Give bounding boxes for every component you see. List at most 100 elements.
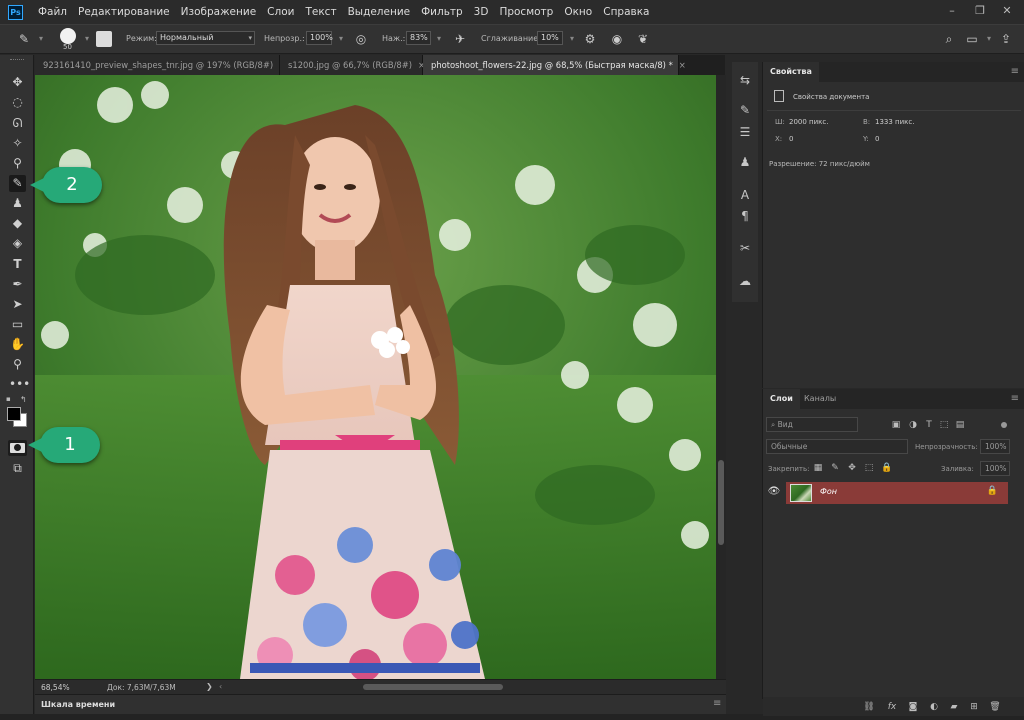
pen-tool-icon[interactable]: ✒: [9, 276, 26, 293]
tab-channels[interactable]: Каналы: [797, 389, 843, 409]
scroll-left-icon[interactable]: ‹: [219, 682, 222, 691]
opacity-chevron-icon[interactable]: ▾: [333, 31, 349, 47]
workspace-chevron-icon[interactable]: ▾: [981, 31, 997, 47]
more-tools-icon[interactable]: •••: [9, 376, 30, 393]
symmetry-icon[interactable]: ❦: [635, 31, 651, 47]
gear-icon[interactable]: ⚙: [582, 31, 598, 47]
vertical-scroll-thumb[interactable]: [718, 460, 724, 545]
lock-artboard-icon[interactable]: ⬚: [863, 462, 875, 474]
screen-mode-icon[interactable]: ⧉: [9, 460, 26, 477]
history-icon[interactable]: ⇆: [737, 72, 753, 88]
mode-select[interactable]: Нормальный ▾: [156, 31, 255, 45]
zoom-level[interactable]: 68,54%: [41, 683, 70, 692]
workspace-icon[interactable]: ▭: [964, 31, 980, 47]
menu-file[interactable]: Файл: [38, 6, 67, 18]
filter-shape-icon[interactable]: ⬚: [938, 419, 950, 431]
lock-all-icon[interactable]: 🔒: [881, 462, 893, 474]
lock-pixels-icon[interactable]: ✎: [829, 462, 841, 474]
stamp-tool-icon[interactable]: ♟: [9, 195, 26, 212]
timeline-label[interactable]: Шкала времени: [41, 700, 115, 709]
eyedropper-tool-icon[interactable]: ⚲: [9, 155, 26, 172]
vertical-scrollbar[interactable]: [716, 75, 726, 679]
fill-input[interactable]: 100%: [980, 461, 1010, 476]
hand-tool-icon[interactable]: ✋: [9, 336, 26, 353]
close-tab-icon[interactable]: ×: [679, 60, 686, 70]
tab-s1200[interactable]: s1200.jpg @ 66,7% (RGB/8#) ×: [280, 55, 425, 75]
type-tool-icon[interactable]: T: [9, 256, 26, 273]
panel-menu-icon[interactable]: ≡: [713, 698, 721, 709]
lock-icon[interactable]: 🔒: [987, 486, 998, 496]
pressure-input[interactable]: 83%: [406, 31, 431, 45]
toolbar-grip[interactable]: [10, 59, 24, 61]
y-value[interactable]: 0: [875, 135, 879, 143]
layer-filter-select[interactable]: ⌕ Вид: [766, 417, 858, 432]
menu-window[interactable]: Окно: [564, 6, 592, 18]
filter-smart-icon[interactable]: ▤: [954, 419, 966, 431]
new-layer-icon[interactable]: ⊞: [968, 701, 980, 713]
swap-colors-icon[interactable]: ↰: [20, 395, 27, 404]
document-canvas[interactable]: [35, 75, 716, 679]
blend-mode-select[interactable]: Обычные: [766, 439, 908, 454]
menu-type[interactable]: Текст: [305, 6, 336, 18]
panel-menu-icon[interactable]: ≡: [1011, 66, 1019, 77]
clone-source-icon[interactable]: ♟: [737, 154, 753, 170]
libraries-icon[interactable]: ☁: [737, 273, 753, 289]
menu-edit[interactable]: Редактирование: [78, 6, 170, 18]
brush-tip-icon[interactable]: [60, 28, 76, 44]
chevron-down-icon[interactable]: ▾: [33, 31, 49, 47]
eraser-tool-icon[interactable]: ◆: [9, 215, 26, 232]
paint-bucket-tool-icon[interactable]: ◈: [9, 235, 26, 252]
move-tool-icon[interactable]: ✥: [9, 74, 26, 91]
horizontal-scroll-thumb[interactable]: [363, 684, 503, 690]
pressure-opacity-icon[interactable]: ◎: [353, 31, 369, 47]
quick-mask-button[interactable]: [8, 440, 27, 456]
path-selection-tool-icon[interactable]: ➤: [9, 296, 26, 313]
layer-name[interactable]: Фон: [820, 487, 837, 496]
menu-3d[interactable]: 3D: [474, 6, 489, 18]
x-value[interactable]: 0: [789, 135, 793, 143]
lock-transparency-icon[interactable]: ▦: [812, 462, 824, 474]
tab-properties[interactable]: Свойства: [763, 62, 819, 82]
layer-row-background[interactable]: Фон 🔒: [786, 482, 1008, 504]
tab-layers[interactable]: Слои: [763, 389, 800, 409]
tools-presets-icon[interactable]: ✂: [737, 240, 753, 256]
marquee-tool-icon[interactable]: ◌: [9, 94, 26, 111]
height-value[interactable]: 1333 пикс.: [875, 118, 914, 126]
filter-pixel-icon[interactable]: ▣: [890, 419, 902, 431]
brush-chevron-icon[interactable]: ▾: [79, 31, 95, 47]
menu-image[interactable]: Изображение: [181, 6, 257, 18]
menu-filter[interactable]: Фильтр: [421, 6, 463, 18]
filter-toggle-icon[interactable]: [1001, 422, 1007, 428]
search-icon[interactable]: ⌕: [941, 31, 957, 47]
fx-icon[interactable]: fx: [886, 701, 898, 713]
smoothing-input[interactable]: 10%: [537, 31, 563, 45]
adjustments-icon[interactable]: ☰: [737, 124, 753, 140]
tab-photoshoot-flowers[interactable]: photoshoot_flowers-22.jpg @ 68,5% (Быстр…: [423, 55, 686, 75]
zoom-tool-icon[interactable]: ⚲: [9, 356, 26, 373]
brush-settings-icon[interactable]: [96, 31, 112, 47]
menu-help[interactable]: Справка: [603, 6, 649, 18]
menu-view[interactable]: Просмотр: [499, 6, 553, 18]
character-icon[interactable]: A: [737, 187, 753, 203]
layer-opacity-input[interactable]: 100%: [980, 439, 1010, 454]
pressure-size-icon[interactable]: ◉: [609, 31, 625, 47]
foreground-color-swatch[interactable]: [7, 407, 21, 421]
lasso-tool-icon[interactable]: ᘏ: [9, 115, 26, 132]
tab-preview-shapes[interactable]: 923161410_preview_shapes_tnr.jpg @ 197% …: [35, 55, 286, 75]
menu-layers[interactable]: Слои: [267, 6, 294, 18]
airbrush-icon[interactable]: ✈: [452, 31, 468, 47]
close-icon[interactable]: ✕: [999, 4, 1015, 18]
filter-adjustment-icon[interactable]: ◑: [907, 419, 919, 431]
paragraph-icon[interactable]: ¶: [737, 208, 753, 224]
default-colors-icon[interactable]: ▪: [6, 395, 11, 403]
filter-type-icon[interactable]: T: [923, 419, 935, 431]
panel-menu-icon[interactable]: ≡: [1011, 393, 1019, 404]
group-folder-icon[interactable]: ▰: [948, 701, 960, 713]
opacity-input[interactable]: 100%: [306, 31, 333, 45]
menu-select[interactable]: Выделение: [348, 6, 411, 18]
rectangle-tool-icon[interactable]: ▭: [9, 316, 26, 333]
brush-settings-panel-icon[interactable]: ✎: [737, 102, 753, 118]
lock-position-icon[interactable]: ✥: [846, 462, 858, 474]
trash-icon[interactable]: 🗑: [989, 701, 1001, 713]
magic-wand-tool-icon[interactable]: ✧: [9, 135, 26, 152]
